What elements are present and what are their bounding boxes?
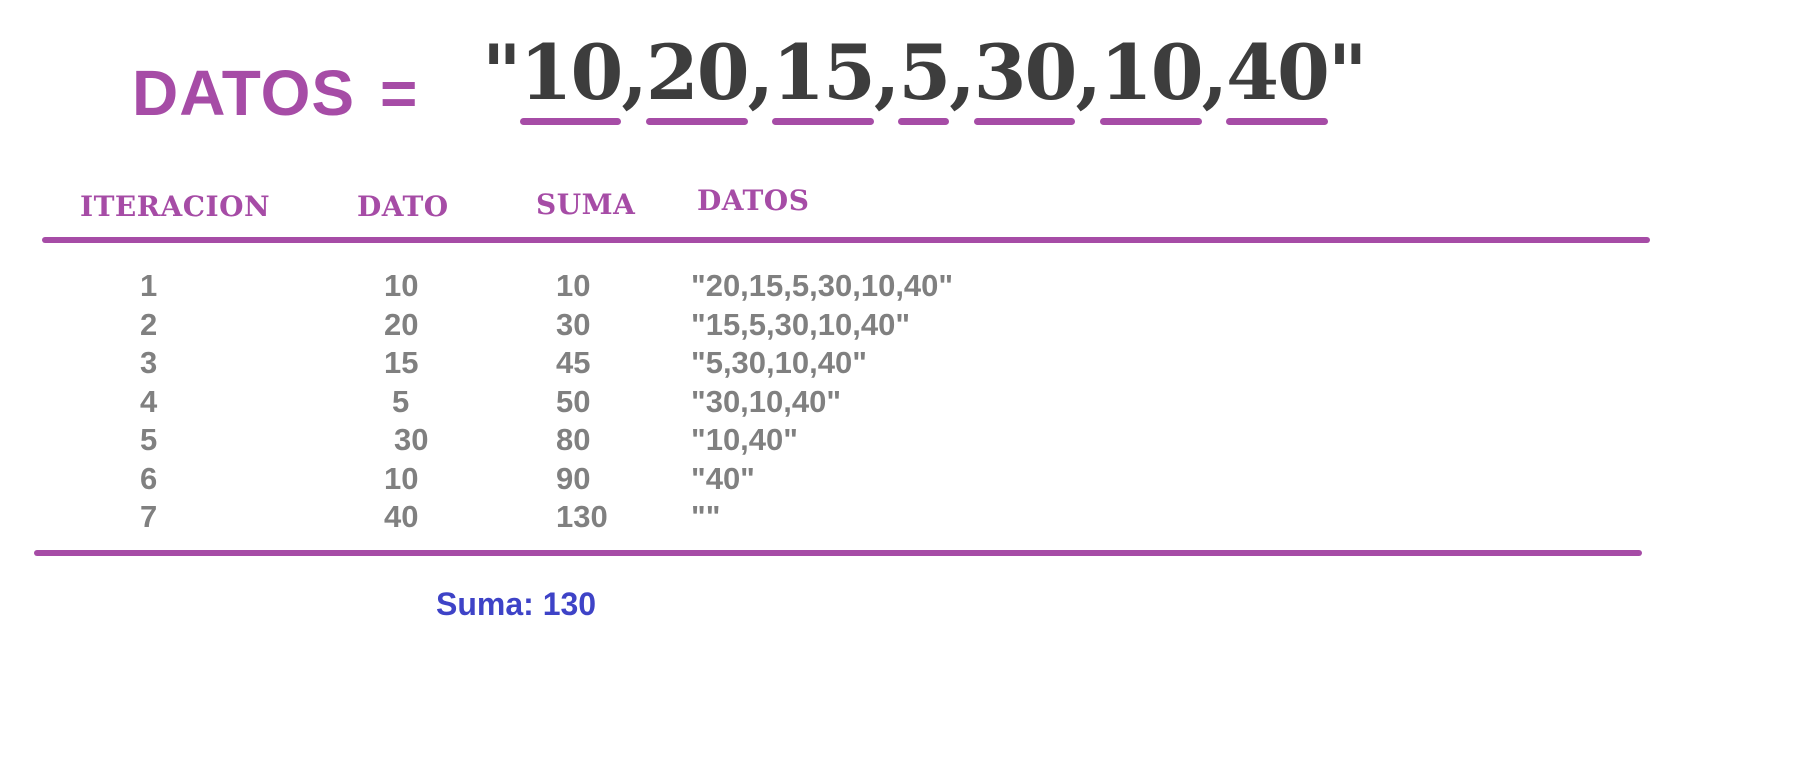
separator-comma: , — [949, 28, 976, 117]
table-row: 5 30 80 "10,40" — [0, 422, 1000, 460]
item-underline — [519, 118, 622, 125]
cell-suma: 45 — [556, 345, 591, 380]
data-string: " 10, 20, 15, 5, 30, 10, 40 " — [482, 28, 1368, 125]
cell-suma: 130 — [556, 499, 608, 534]
cell-datos: "30,10,40" — [691, 383, 842, 419]
data-string-item: 10 — [519, 28, 624, 125]
data-string-item: 5 — [898, 28, 951, 125]
cell-iteracion: 2 — [140, 306, 158, 342]
cell-datos: "5,30,10,40" — [691, 345, 867, 380]
cell-datos: "40" — [691, 460, 755, 496]
table-row: 4 5 50 "30,10,40" — [0, 384, 1000, 422]
cell-datos: "10,40" — [691, 422, 798, 457]
data-string-item-value: 5 — [898, 28, 951, 117]
separator-comma: , — [747, 28, 775, 117]
cell-datos: "15,5,30,10,40" — [691, 306, 911, 342]
data-string-item: 20 — [645, 28, 750, 125]
separator-comma: , — [1201, 28, 1229, 117]
cell-dato: 5 — [392, 383, 410, 419]
table-row: 3 15 45 "5,30,10,40" — [0, 345, 1000, 383]
cell-suma: 80 — [556, 422, 591, 457]
data-string-item: 30 — [973, 28, 1078, 125]
data-string-item: 40 — [1226, 28, 1330, 125]
separator-comma: , — [1075, 28, 1102, 117]
cell-iteracion: 5 — [140, 422, 158, 457]
data-string-item: 10 — [1099, 28, 1204, 125]
sum-result: Suma: 130 — [436, 586, 597, 622]
cell-dato: 40 — [384, 499, 419, 534]
cell-iteracion: 7 — [140, 499, 158, 534]
cell-dato: 30 — [394, 422, 429, 457]
header-datos: DATOS — [697, 184, 810, 217]
header-suma: SUMA — [536, 188, 636, 221]
open-quote: " — [482, 28, 522, 117]
data-string-item-value: 15 — [772, 28, 876, 117]
header-dato: DATO — [357, 190, 449, 223]
data-string-item-value: 10 — [519, 28, 624, 117]
table-row: 6 10 90 "40" — [0, 461, 1000, 499]
cell-datos: "" — [691, 499, 721, 534]
cell-iteracion: 1 — [140, 268, 158, 303]
item-underline — [898, 118, 950, 125]
item-underline — [973, 118, 1076, 125]
footer-divider — [34, 550, 1642, 556]
data-string-item-value: 30 — [973, 28, 1078, 117]
cell-iteracion: 4 — [140, 383, 158, 419]
cell-dato: 10 — [384, 268, 419, 303]
item-underline — [1099, 118, 1202, 125]
title-label: DATOS — [132, 57, 356, 129]
table-row: 7 40 130 "" — [0, 499, 1000, 537]
item-underline — [645, 118, 748, 125]
cell-suma: 30 — [556, 306, 591, 342]
cell-datos: "20,15,5,30,10,40" — [691, 268, 954, 303]
header-divider — [42, 237, 1650, 243]
table-row: 2 20 30 "15,5,30,10,40" — [0, 307, 1000, 345]
cell-suma: 10 — [556, 268, 591, 303]
cell-suma: 50 — [556, 383, 591, 419]
separator-comma: , — [873, 28, 901, 117]
close-quote: " — [1327, 28, 1368, 117]
data-string-item-value: 40 — [1226, 28, 1330, 117]
cell-dato: 10 — [384, 460, 419, 496]
cell-dato: 15 — [384, 345, 419, 380]
title-equals: = — [380, 57, 418, 129]
table-row: 1 10 10 "20,15,5,30,10,40" — [0, 268, 1000, 306]
cell-iteracion: 6 — [140, 460, 158, 496]
header-iteracion: ITERACION — [80, 190, 271, 223]
cell-dato: 20 — [384, 306, 419, 342]
data-string-item: 15 — [772, 28, 876, 125]
cell-iteracion: 3 — [140, 345, 158, 380]
cell-suma: 90 — [556, 460, 591, 496]
data-string-item-value: 20 — [645, 28, 750, 117]
item-underline — [1226, 118, 1328, 125]
separator-comma: , — [621, 28, 648, 117]
item-underline — [772, 118, 874, 125]
data-string-item-value: 10 — [1099, 28, 1204, 117]
